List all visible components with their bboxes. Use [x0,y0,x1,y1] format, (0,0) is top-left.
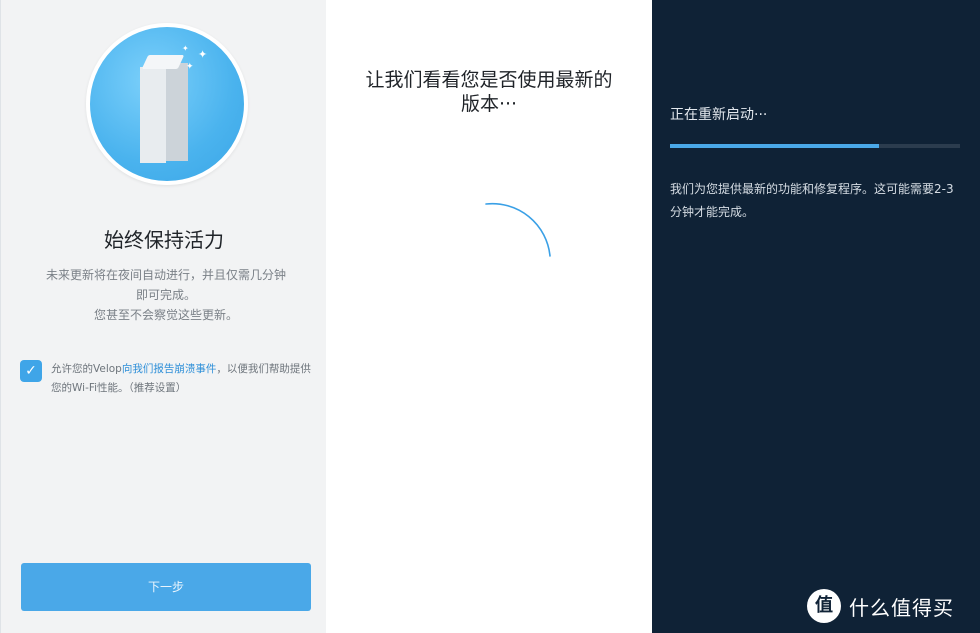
router-illustration: ✦ ✦ ✦ [86,23,248,185]
firmware-check-title: 让我们看看您是否使用最新的 版本··· [365,69,613,115]
sparkle-icon: ✦ [182,44,189,53]
onboarding-panel-left: ✦ ✦ ✦ 始终保持活力 未来更新将在夜间自动进行，并且仅需几分钟 即可完成。 … [0,0,326,633]
watermark: 值 什么值得买 [807,588,954,624]
next-button[interactable]: 下一步 [21,563,311,611]
checkmark-icon: ✓ [25,363,37,379]
firmware-check-panel: 让我们看看您是否使用最新的 版本··· [326,0,652,633]
loading-spinner-icon [485,202,551,257]
sparkle-icon: ✦ [198,48,208,61]
restart-description: 我们为您提供最新的功能和修复程序。这可能需要2-3分钟才能完成。 [670,182,954,219]
page-title: 始终保持活力 [104,228,224,252]
restart-title: 正在重新启动··· [670,107,768,123]
crash-report-consent-text: 允许您的Velop向我们报告崩溃事件，以便我们帮助提供您的Wi-Fi性能。（推荐… [51,363,311,394]
watermark-text: 什么值得买 [849,595,954,620]
smzdm-logo-icon: 值 [807,589,841,623]
progress-fill [670,144,879,148]
restart-panel: 正在重新启动··· 我们为您提供最新的功能和修复程序。这可能需要2-3分钟才能完… [652,0,980,633]
crash-report-checkbox[interactable]: ✓ [20,360,42,382]
update-description: 未来更新将在夜间自动进行，并且仅需几分钟 即可完成。 您甚至不会察觉这些更新。 [45,268,286,322]
sparkle-icon: ✦ [186,62,194,72]
restart-progress-bar [670,144,960,148]
crash-report-link[interactable]: 向我们报告崩溃事件 [122,363,217,375]
